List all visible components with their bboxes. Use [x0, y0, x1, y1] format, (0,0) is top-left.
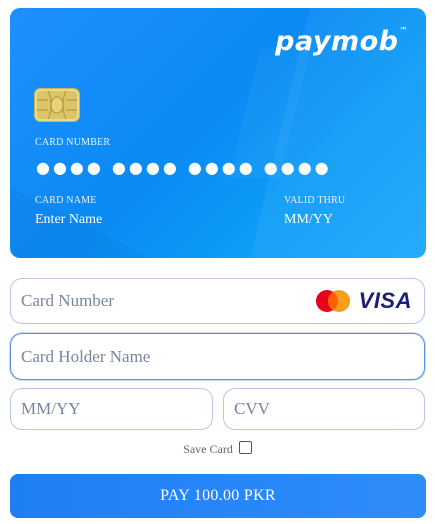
brand-name: paymob — [275, 26, 399, 57]
card-name-label: CARD NAME — [35, 195, 97, 206]
card-preview: paymob™ CARD NUMBER ●●●● ●●●● ●●●● ●●●● … — [10, 8, 426, 258]
payment-form: paymob™ CARD NUMBER ●●●● ●●●● ●●●● ●●●● … — [0, 0, 435, 524]
save-card-row: Save Card — [0, 441, 435, 457]
save-card-checkbox[interactable] — [238, 441, 252, 454]
cvv-input[interactable] — [224, 389, 424, 429]
visa-icon: VISA — [358, 288, 412, 313]
valid-thru-label: VALID THRU — [284, 195, 346, 206]
card-number-field: VISA — [10, 278, 425, 324]
card-number-label: CARD NUMBER — [35, 137, 111, 148]
card-number-mask: ●●●● ●●●● ●●●● ●●●● — [36, 158, 332, 177]
trademark-mark: ™ — [399, 26, 408, 35]
expiry-field — [10, 388, 213, 430]
valid-thru-value: MM/YY — [284, 212, 334, 227]
chip-icon — [34, 88, 80, 122]
expiry-input[interactable] — [11, 389, 212, 429]
card-holder-input[interactable] — [11, 334, 424, 379]
card-holder-field — [10, 333, 425, 380]
paymob-logo: paymob™ — [275, 26, 408, 57]
card-name-value: Enter Name — [35, 212, 103, 227]
cvv-field — [223, 388, 425, 430]
mastercard-icon — [315, 290, 350, 312]
card-brand-logos: VISA — [315, 288, 412, 314]
pay-button[interactable]: PAY 100.00 PKR — [10, 474, 426, 518]
save-card-label: Save Card — [183, 442, 233, 456]
